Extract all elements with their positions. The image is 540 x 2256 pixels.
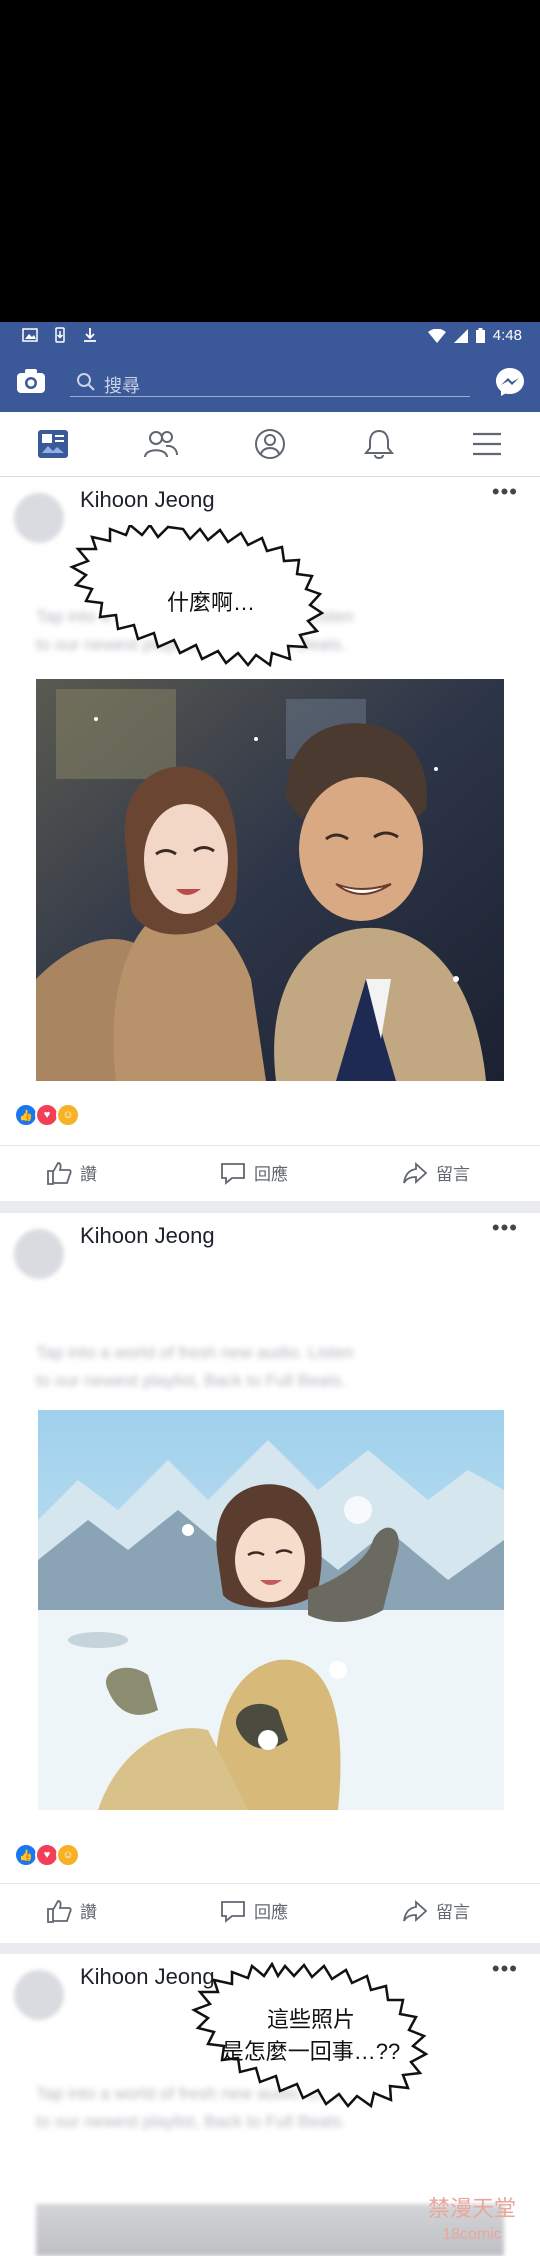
watermark: 禁漫天堂 18comic — [412, 2196, 532, 2252]
post-options-button[interactable]: ••• — [492, 479, 518, 505]
image-notification-icon — [22, 328, 38, 342]
post-body-line: to our newest playlist, Back to Full Bea… — [36, 2112, 346, 2131]
like-label: 讚 — [80, 1903, 97, 1922]
like-button[interactable]: 讚 — [46, 1898, 97, 1923]
share-label: 留言 — [436, 1903, 470, 1922]
share-button[interactable]: 留言 — [402, 1898, 470, 1923]
status-bar: 4:48 — [0, 322, 540, 350]
thumbs-up-icon — [47, 1899, 72, 1923]
nav-menu[interactable] — [469, 426, 505, 462]
reaction-summary[interactable]: 👍 ♥ ☺ — [14, 1103, 80, 1127]
facebook-top-bar: 搜尋 — [0, 350, 540, 412]
messenger-icon[interactable] — [494, 366, 526, 398]
bell-icon — [364, 429, 394, 459]
comment-label: 回應 — [254, 1165, 288, 1184]
nav-friends[interactable] — [143, 426, 179, 462]
comment-button[interactable]: 回應 — [220, 1898, 288, 1923]
navigation-bar — [0, 412, 540, 477]
comment-icon — [221, 1162, 245, 1185]
status-time: 4:48 — [492, 327, 522, 344]
thumbs-up-icon — [47, 1161, 72, 1185]
like-label: 讚 — [80, 1165, 97, 1184]
post-actions: 讚 回應 留言 — [0, 1883, 540, 1940]
avatar — [14, 493, 64, 543]
hamburger-menu-icon — [473, 432, 501, 456]
comic-panel-couple-night — [36, 679, 504, 1081]
post-options-button[interactable]: ••• — [492, 1215, 518, 1241]
profile-icon — [255, 429, 285, 459]
haha-reaction-icon: ☺ — [56, 1843, 80, 1867]
avatar — [14, 1229, 64, 1279]
post-author[interactable]: Kihoon Jeong — [80, 1223, 215, 1249]
nav-notifications[interactable] — [361, 426, 397, 462]
signal-icon — [453, 328, 468, 343]
post-author[interactable]: Kihoon Jeong — [80, 487, 215, 513]
comment-button[interactable]: 回應 — [220, 1160, 288, 1185]
post-body-line: to our newest playlist, Back to Full Bea… — [36, 1371, 346, 1390]
post-card-2: Kihoon Jeong ••• Tap into a world of fre… — [0, 1213, 540, 1943]
black-letterbox — [0, 0, 540, 322]
nav-profile[interactable] — [252, 426, 288, 462]
watermark-line: 18comic — [442, 2226, 502, 2243]
post-options-button[interactable]: ••• — [492, 1956, 518, 1982]
comment-label: 回應 — [254, 1903, 288, 1922]
battery-icon — [475, 328, 485, 343]
speech-text-line: 是怎麼一回事…?? — [221, 2039, 401, 2064]
haha-reaction-icon: ☺ — [56, 1103, 80, 1127]
comic-panel-snow-mountains — [38, 1410, 504, 1810]
watermark-line: 禁漫天堂 — [427, 2196, 516, 2221]
like-button[interactable]: 讚 — [46, 1160, 97, 1185]
post-card-1: Kihoon Jeong ••• Tap into a world of fre… — [0, 477, 540, 1201]
nav-news-feed[interactable] — [35, 426, 71, 462]
speech-text: 什麼啊… — [166, 590, 255, 615]
share-arrow-icon — [403, 1161, 428, 1184]
news-feed-icon — [38, 430, 68, 458]
post-body-line: Tap into a world of fresh new audio. Lis… — [36, 1343, 354, 1362]
post-actions: 讚 回應 留言 — [0, 1145, 540, 1202]
reaction-summary[interactable]: 👍 ♥ ☺ — [14, 1843, 80, 1867]
search-placeholder: 搜尋 — [104, 376, 140, 396]
camera-icon[interactable] — [16, 368, 46, 394]
friends-icon — [144, 431, 178, 458]
wifi-icon — [427, 328, 446, 343]
search-bar[interactable]: 搜尋 — [70, 366, 470, 397]
avatar — [14, 1970, 64, 2020]
phone-download-icon — [55, 327, 65, 343]
share-label: 留言 — [436, 1165, 470, 1184]
comment-icon — [221, 1900, 245, 1923]
share-button[interactable]: 留言 — [402, 1160, 470, 1185]
search-icon — [77, 373, 95, 391]
speech-text-line: 這些照片 — [266, 2007, 355, 2032]
share-arrow-icon — [403, 1899, 428, 1922]
download-icon — [84, 328, 96, 342]
